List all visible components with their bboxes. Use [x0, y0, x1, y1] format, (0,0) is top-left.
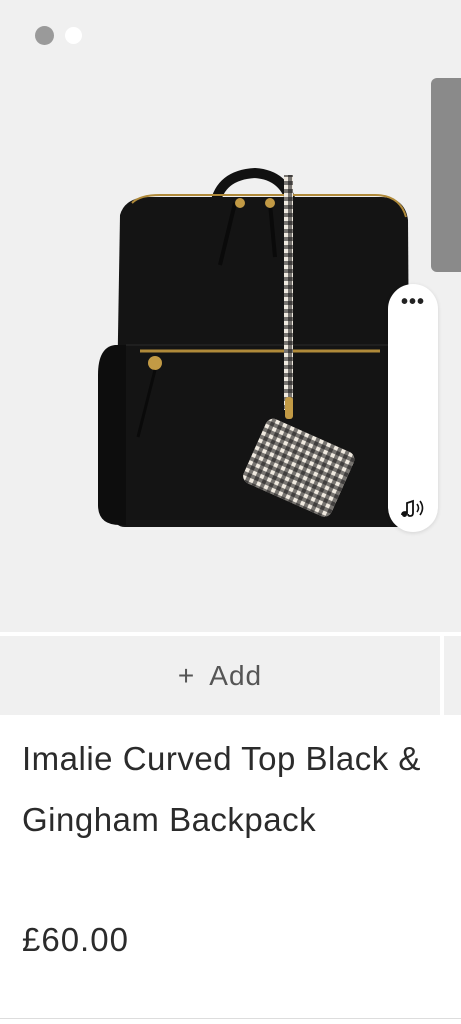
floating-widget: •••	[388, 284, 438, 532]
more-options-icon[interactable]: •••	[388, 292, 438, 312]
product-title[interactable]: Imalie Curved Top Black & Gingham Backpa…	[22, 728, 422, 850]
add-to-bag-button[interactable]: + Add	[0, 636, 440, 715]
carousel-pagination	[35, 26, 82, 45]
product-price: £60.00	[22, 921, 129, 958]
backpack-image	[98, 167, 410, 527]
speaker-music-icon[interactable]	[398, 495, 428, 521]
next-add-button-peek[interactable]	[444, 636, 461, 715]
divider	[0, 1018, 461, 1019]
add-button-label: Add	[209, 659, 263, 691]
next-image-peek[interactable]	[431, 78, 461, 272]
product-image-carousel[interactable]: •••	[0, 0, 461, 632]
plus-icon: +	[177, 659, 196, 691]
carousel-dot-active[interactable]	[35, 26, 54, 45]
carousel-dot[interactable]	[65, 27, 82, 44]
